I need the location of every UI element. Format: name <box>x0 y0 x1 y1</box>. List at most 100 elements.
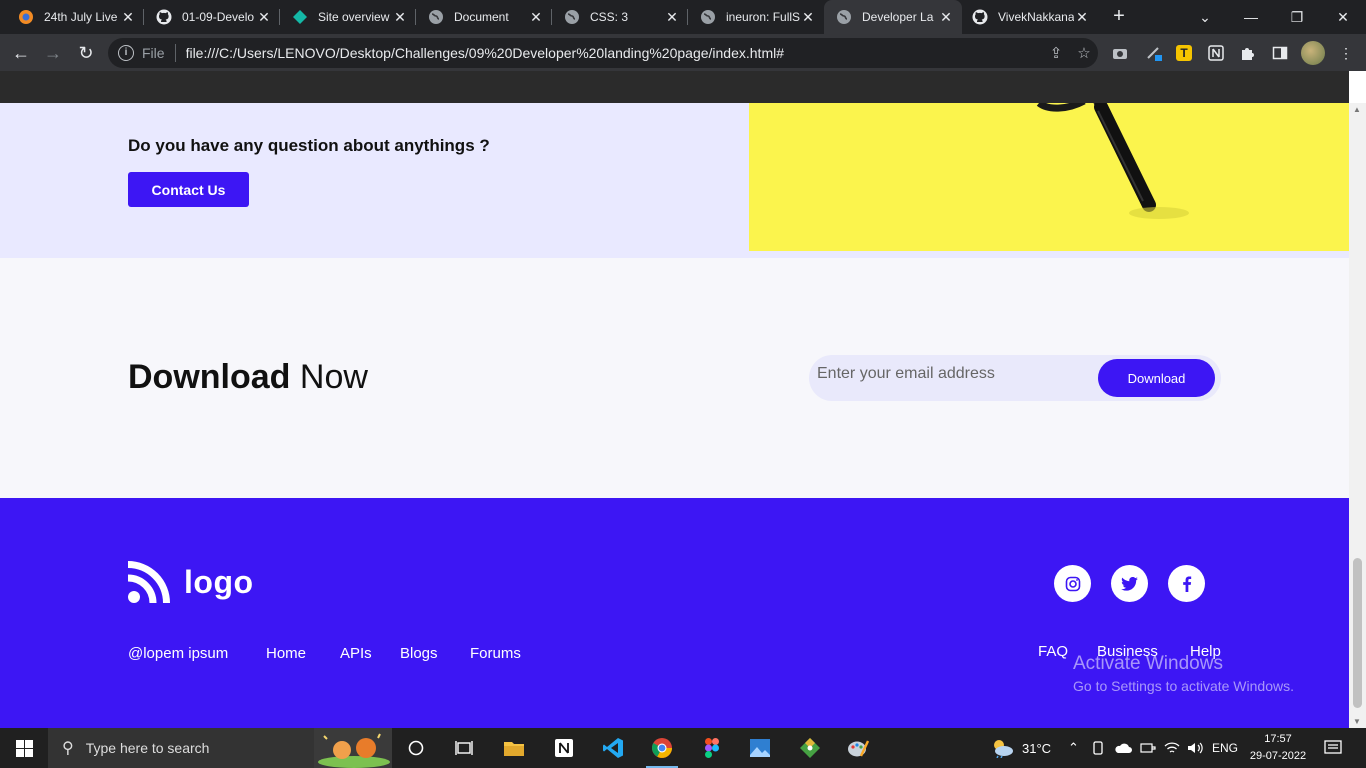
scheme-label: File <box>142 45 165 61</box>
temperature-label: 31°C <box>1022 740 1052 756</box>
forward-arrow-icon[interactable]: → <box>40 40 66 66</box>
puzzle-extensions-icon[interactable] <box>1238 43 1258 63</box>
wifi-icon[interactable] <box>1164 728 1180 768</box>
footer-logo[interactable]: logo <box>128 561 254 603</box>
vscode-icon[interactable] <box>589 728 637 768</box>
info-icon[interactable]: i <box>118 45 134 61</box>
browser-tab-strip: 24th July Live ✕ 01-09-Develo ✕ Site ove… <box>0 0 1366 34</box>
restore-icon[interactable]: ❐ <box>1274 0 1320 34</box>
close-tab-icon[interactable]: ✕ <box>800 9 816 26</box>
notification-center-icon[interactable] <box>1324 728 1342 768</box>
language-indicator[interactable]: ENG <box>1212 728 1238 768</box>
footer-link-forums[interactable]: Forums <box>470 645 521 662</box>
tab-title: 01-09-Develo <box>182 10 255 24</box>
notion-icon[interactable] <box>1206 43 1226 63</box>
browser-tab[interactable]: VivekNakkana ✕ <box>962 0 1098 34</box>
system-clock[interactable]: 17:57 29-07-2022 <box>1240 731 1316 765</box>
globe-icon <box>837 10 851 24</box>
close-tab-icon[interactable]: ✕ <box>664 9 680 26</box>
windows-taskbar: ⚲ Type here to search 31°C ⌃ ENG 17:57 2… <box>0 728 1366 768</box>
profile-avatar[interactable] <box>1301 41 1325 65</box>
scrollbar-thumb[interactable] <box>1353 558 1362 708</box>
new-tab-button[interactable]: + <box>1108 6 1130 28</box>
tab-title: Site overview <box>318 10 390 24</box>
footer-link-faq[interactable]: FAQ <box>1038 643 1068 660</box>
browser-tab[interactable]: 24th July Live ✕ <box>0 0 144 34</box>
file-explorer-icon[interactable] <box>490 728 538 768</box>
scroll-up-arrow-icon[interactable]: ▲ <box>1353 105 1361 114</box>
browser-tab[interactable]: 01-09-Develo ✕ <box>144 0 280 34</box>
photos-icon[interactable] <box>736 728 784 768</box>
close-tab-icon[interactable]: ✕ <box>528 9 544 26</box>
pen-extension-icon[interactable] <box>1144 43 1164 63</box>
kebab-menu-icon[interactable]: ⋮ <box>1336 43 1356 63</box>
download-button[interactable]: Download <box>1098 359 1215 397</box>
url-text[interactable]: file:///C:/Users/LENOVO/Desktop/Challeng… <box>186 45 1042 61</box>
minimize-icon[interactable]: — <box>1228 0 1274 34</box>
instagram-button[interactable] <box>1054 565 1091 602</box>
t-extension-icon[interactable]: T <box>1176 45 1192 61</box>
logo-text: logo <box>184 563 254 600</box>
logo-mark-icon <box>128 561 170 603</box>
bookmark-star-icon[interactable]: ☆ <box>1070 44 1098 62</box>
browser-tab[interactable]: Document ✕ <box>416 0 552 34</box>
page-viewport: Do you have any question about anythings… <box>0 103 1349 728</box>
figma-icon[interactable] <box>688 728 736 768</box>
power-icon[interactable] <box>1140 728 1156 768</box>
camera-icon[interactable] <box>1110 43 1130 63</box>
contact-us-button[interactable]: Contact Us <box>128 172 249 207</box>
task-view-icon[interactable] <box>440 728 488 768</box>
chrome-icon[interactable] <box>638 728 686 768</box>
question-text: Do you have any question about anythings… <box>128 136 490 155</box>
back-arrow-icon[interactable]: ← <box>8 40 34 66</box>
footer-link-blogs[interactable]: Blogs <box>400 645 438 662</box>
search-icon: ⚲ <box>62 740 74 757</box>
scroll-down-arrow-icon[interactable]: ▼ <box>1353 717 1361 726</box>
taskbar-search-placeholder: Type here to search <box>85 740 210 756</box>
paint-icon[interactable] <box>834 728 882 768</box>
close-window-icon[interactable]: ✕ <box>1320 0 1366 34</box>
onedrive-icon[interactable] <box>1114 728 1132 768</box>
weather-cloud-icon <box>994 740 1013 758</box>
email-form: Download <box>809 355 1221 401</box>
taskbar-search-box[interactable]: ⚲ Type here to search <box>48 728 392 768</box>
tab-search-chevron-icon[interactable]: ⌄ <box>1182 0 1228 34</box>
git-extension-icon[interactable] <box>786 728 834 768</box>
address-bar[interactable]: i File file:///C:/Users/LENOVO/Desktop/C… <box>108 38 1098 68</box>
page-scrollbar[interactable]: ▲ ▼ <box>1349 103 1366 728</box>
facebook-button[interactable] <box>1168 565 1205 602</box>
side-panel-icon[interactable] <box>1270 43 1290 63</box>
notion-taskbar-icon[interactable] <box>540 728 588 768</box>
reload-icon[interactable]: ↻ <box>73 40 99 66</box>
close-tab-icon[interactable]: ✕ <box>256 9 272 26</box>
globe-icon <box>429 10 443 24</box>
email-input[interactable] <box>817 363 1087 385</box>
question-section: Do you have any question about anythings… <box>0 103 1349 258</box>
start-button[interactable] <box>0 728 48 768</box>
twitter-button[interactable] <box>1111 565 1148 602</box>
browser-tab[interactable]: CSS: 3 ✕ <box>552 0 688 34</box>
footer-link-apis[interactable]: APIs <box>340 645 372 662</box>
close-tab-icon[interactable]: ✕ <box>120 9 136 26</box>
page-navbar-edge <box>0 71 1349 103</box>
close-tab-icon[interactable]: ✕ <box>938 9 954 26</box>
footer-link-home[interactable]: Home <box>266 645 306 662</box>
chevron-up-icon[interactable]: ⌃ <box>1068 728 1079 768</box>
tray-device-icon[interactable] <box>1092 728 1104 768</box>
browser-tab[interactable]: Site overview ✕ <box>280 0 416 34</box>
close-tab-icon[interactable]: ✕ <box>392 9 408 26</box>
instagram-icon <box>1065 576 1080 591</box>
share-icon[interactable]: ⇪ <box>1042 44 1070 62</box>
footer-link-copyright[interactable]: @lopem ipsum <box>128 645 228 662</box>
close-tab-icon[interactable]: ✕ <box>1074 9 1090 26</box>
tab-title: VivekNakkana <box>998 10 1074 24</box>
download-heading: Download Now <box>128 358 368 397</box>
twitter-icon <box>1121 576 1138 591</box>
tab-title: Developer La <box>862 10 934 24</box>
browser-tab[interactable]: ineuron: FullS ✕ <box>688 0 824 34</box>
weather-widget[interactable]: 31°C <box>990 728 1051 768</box>
magnifying-glass-icon <box>1036 103 1189 219</box>
cortana-icon[interactable] <box>392 728 440 768</box>
browser-tab-active[interactable]: Developer La ✕ <box>824 0 962 34</box>
volume-icon[interactable] <box>1187 728 1205 768</box>
